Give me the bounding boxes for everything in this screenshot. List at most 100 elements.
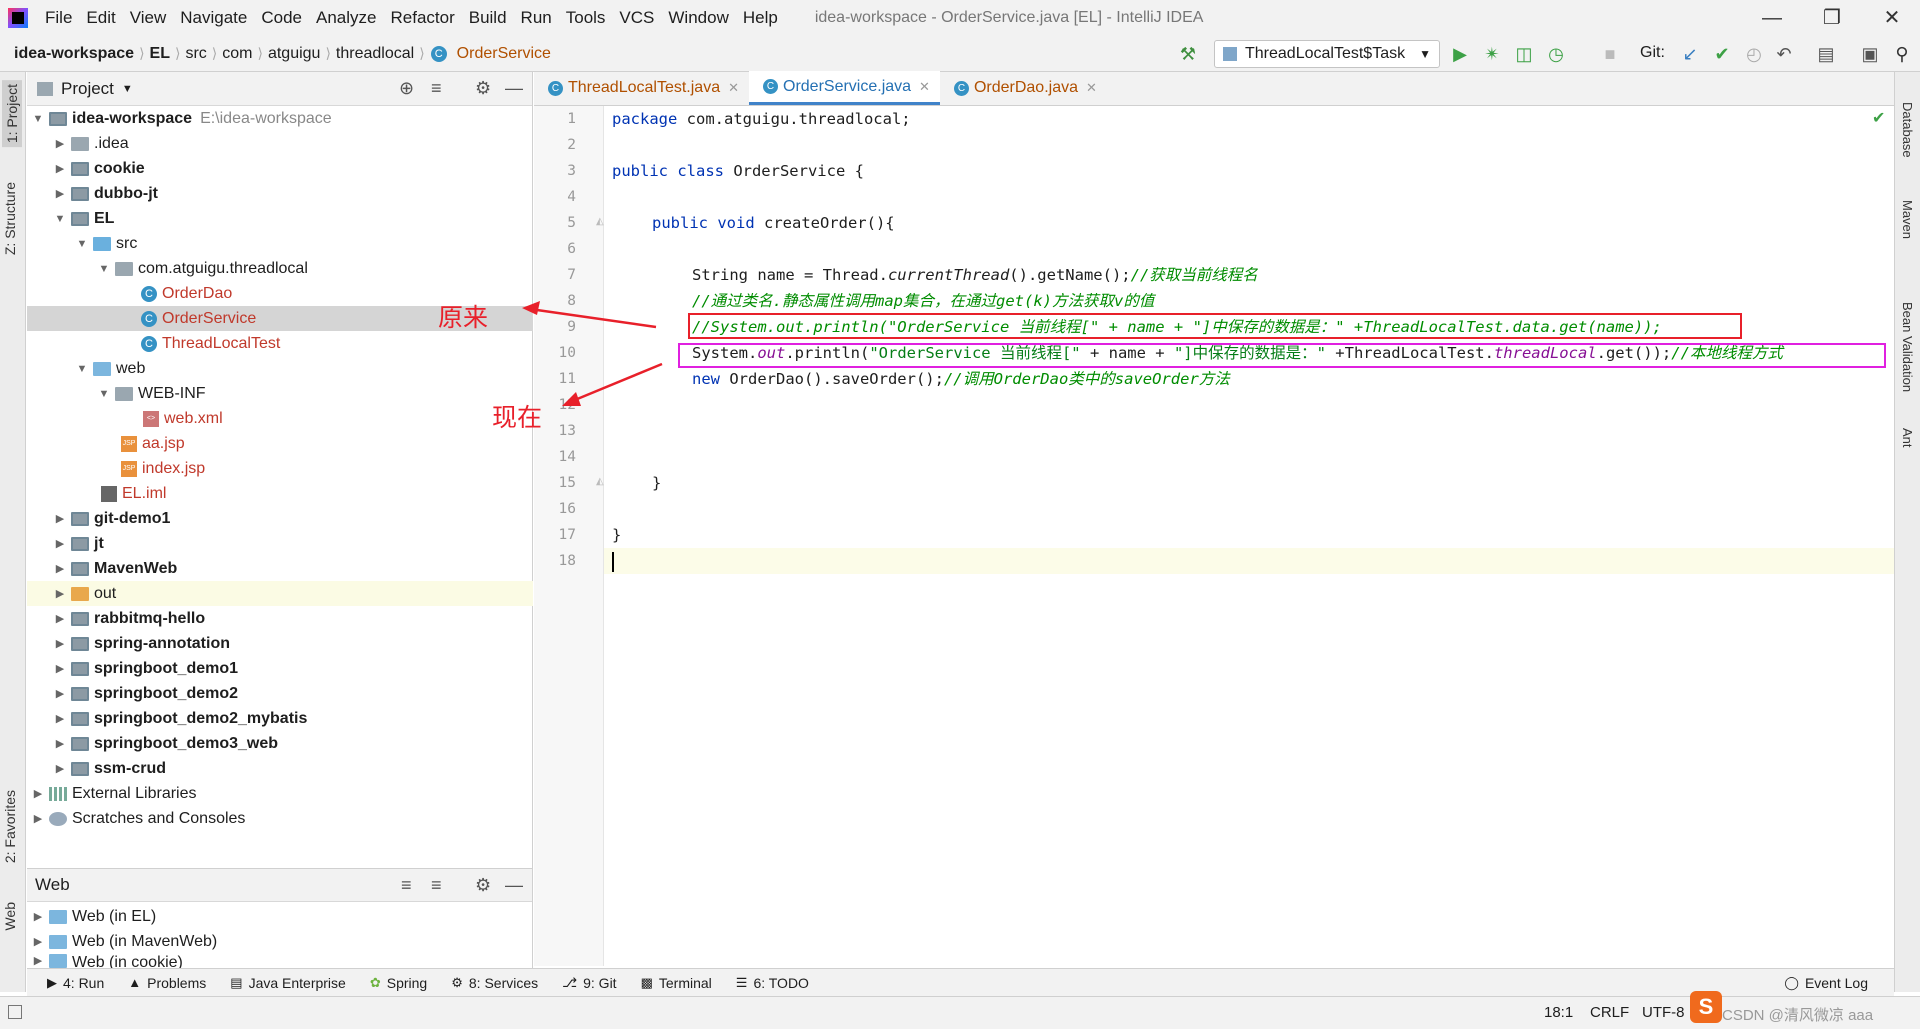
menu-run[interactable]: Run bbox=[514, 0, 559, 36]
tab-run[interactable]: ▶ 4: Run bbox=[35, 975, 116, 991]
tree-item[interactable]: ▶ out bbox=[27, 581, 533, 606]
presentation-icon[interactable]: ▣ bbox=[1858, 42, 1882, 66]
close-icon[interactable]: ✕ bbox=[1864, 0, 1920, 36]
breadcrumb-workspace[interactable]: idea-workspace bbox=[0, 45, 139, 63]
project-structure-icon[interactable]: ▤ bbox=[1814, 42, 1838, 66]
tree-item[interactable]: ▶ rabbitmq-hello bbox=[27, 606, 533, 631]
tab-services[interactable]: ⚙ 8: Services bbox=[439, 975, 550, 991]
tab-orderdao[interactable]: C OrderDao.java ✕ bbox=[940, 71, 1107, 105]
collapse-icon[interactable]: ▼ bbox=[97, 388, 111, 400]
collapse-icon[interactable]: ▼ bbox=[53, 213, 67, 225]
breadcrumb-el[interactable]: EL bbox=[145, 45, 175, 63]
web-item[interactable]: ▶ Web (in cookie) bbox=[27, 954, 533, 968]
tree-item[interactable]: C ThreadLocalTest bbox=[27, 331, 533, 356]
tab-threadlocaltest[interactable]: C ThreadLocalTest.java ✕ bbox=[534, 71, 749, 105]
collapse-icon[interactable]: ▼ bbox=[97, 263, 111, 275]
tab-project[interactable]: 1: Project bbox=[2, 80, 22, 148]
tree-item[interactable]: ▶ cookie bbox=[27, 156, 533, 181]
tree-item[interactable]: ▶ jt bbox=[27, 531, 533, 556]
build-hammer-icon[interactable]: ⚒ bbox=[1176, 42, 1200, 66]
tab-terminal[interactable]: ▩ Terminal bbox=[629, 975, 724, 991]
expand-icon[interactable]: ▶ bbox=[31, 954, 45, 967]
search-icon[interactable]: ⚲ bbox=[1890, 42, 1914, 66]
tree-item[interactable]: ▶ dubbo-jt bbox=[27, 181, 533, 206]
collapse-icon[interactable]: ▼ bbox=[75, 238, 89, 250]
menu-build[interactable]: Build bbox=[462, 0, 514, 36]
fold-icon[interactable]: ◭ bbox=[596, 476, 604, 487]
breadcrumb-threadlocal[interactable]: threadlocal bbox=[331, 45, 419, 63]
run-config-select[interactable]: ThreadLocalTest$Task ▼ bbox=[1214, 40, 1440, 68]
menu-view[interactable]: View bbox=[123, 0, 174, 36]
menu-tools[interactable]: Tools bbox=[559, 0, 613, 36]
tree-item[interactable]: ▶ springboot_demo3_web bbox=[27, 731, 533, 756]
expand-icon[interactable]: ▶ bbox=[53, 587, 67, 600]
tab-problems[interactable]: ▲ Problems bbox=[116, 975, 218, 991]
hide-icon[interactable]: — bbox=[505, 78, 523, 99]
menu-analyze[interactable]: Analyze bbox=[309, 0, 383, 36]
line-separator[interactable]: CRLF bbox=[1590, 1004, 1629, 1021]
menu-edit[interactable]: Edit bbox=[79, 0, 122, 36]
tree-item[interactable]: ▼ com.atguigu.threadlocal bbox=[27, 256, 533, 281]
breadcrumb-orderservice[interactable]: OrderService bbox=[452, 45, 556, 63]
expand-icon[interactable]: ▶ bbox=[53, 662, 67, 675]
locate-icon[interactable]: ⊕ bbox=[399, 78, 414, 99]
rollback-icon[interactable]: ↶ bbox=[1772, 42, 1796, 66]
code-editor[interactable]: package com.atguigu.threadlocal; public … bbox=[604, 106, 1894, 966]
expand-icon[interactable]: ▶ bbox=[31, 935, 45, 948]
chevron-down-icon[interactable]: ▼ bbox=[122, 83, 133, 95]
hide-icon[interactable]: — bbox=[505, 875, 523, 896]
tree-item[interactable]: EL.iml bbox=[27, 481, 533, 506]
expand-icon[interactable]: ▶ bbox=[31, 787, 45, 800]
collapse-all-icon[interactable]: ≡ bbox=[431, 78, 442, 99]
tab-spring[interactable]: ✿ Spring bbox=[358, 975, 439, 991]
expand-icon[interactable]: ▶ bbox=[31, 910, 45, 923]
close-tab-icon[interactable]: ✕ bbox=[728, 80, 739, 96]
tree-item[interactable]: ▶ spring-annotation bbox=[27, 631, 533, 656]
file-encoding[interactable]: UTF-8 bbox=[1642, 1004, 1685, 1021]
debug-icon[interactable]: ✴ bbox=[1480, 42, 1504, 66]
toggle-tool-windows-icon[interactable] bbox=[8, 1005, 22, 1019]
expand-icon[interactable]: ▶ bbox=[53, 737, 67, 750]
expand-icon[interactable]: ▶ bbox=[53, 637, 67, 650]
tab-ant[interactable]: Ant bbox=[1900, 428, 1915, 448]
git-commit-icon[interactable]: ✔ bbox=[1710, 42, 1734, 66]
breadcrumb-atguigu[interactable]: atguigu bbox=[263, 45, 326, 63]
menu-help[interactable]: Help bbox=[736, 0, 785, 36]
expand-icon[interactable]: ▶ bbox=[53, 537, 67, 550]
tree-item[interactable]: <> web.xml bbox=[27, 406, 533, 431]
fold-icon[interactable]: ◭ bbox=[596, 216, 604, 227]
tab-bean-validation[interactable]: Bean Validation bbox=[1900, 302, 1915, 392]
expand-icon[interactable]: ▶ bbox=[53, 612, 67, 625]
tab-orderservice[interactable]: C OrderService.java ✕ bbox=[749, 71, 940, 105]
tree-item[interactable]: ▶ ssm-crud bbox=[27, 756, 533, 781]
sogou-ime-icon[interactable]: S bbox=[1690, 991, 1722, 1023]
tree-item[interactable]: ▼ EL bbox=[27, 206, 533, 231]
tree-item[interactable]: ▶ External Libraries bbox=[27, 781, 533, 806]
close-tab-icon[interactable]: ✕ bbox=[1086, 80, 1097, 96]
tree-item[interactable]: ▶ .idea bbox=[27, 131, 533, 156]
tree-item[interactable]: ▼ idea-workspace E:\idea-workspace bbox=[27, 106, 533, 131]
tree-item[interactable]: JSP aa.jsp bbox=[27, 431, 533, 456]
inspection-ok-icon[interactable]: ✔ bbox=[1872, 108, 1885, 128]
tab-git[interactable]: ⎇ 9: Git bbox=[550, 975, 628, 991]
collapse-all-icon[interactable]: ≡ bbox=[431, 875, 442, 896]
tree-item[interactable]: ▶ springboot_demo2_mybatis bbox=[27, 706, 533, 731]
menu-vcs[interactable]: VCS bbox=[612, 0, 661, 36]
tab-event-log[interactable]: ◯ Event Log bbox=[1772, 975, 1880, 991]
tab-maven[interactable]: Maven bbox=[1900, 200, 1915, 239]
run-icon[interactable]: ▶ bbox=[1448, 42, 1472, 66]
coverage-icon[interactable]: ◫ bbox=[1512, 42, 1536, 66]
caret-position[interactable]: 18:1 bbox=[1544, 1004, 1573, 1021]
tree-item[interactable]: ▶ MavenWeb bbox=[27, 556, 533, 581]
web-item[interactable]: ▶ Web (in EL) bbox=[27, 904, 533, 929]
stop-icon[interactable]: ■ bbox=[1598, 42, 1622, 66]
tree-item[interactable]: JSP index.jsp bbox=[27, 456, 533, 481]
minimize-icon[interactable]: — bbox=[1744, 0, 1800, 36]
menu-file[interactable]: File bbox=[38, 0, 79, 36]
gear-icon[interactable]: ⚙ bbox=[475, 875, 491, 896]
tab-favorites[interactable]: 2: Favorites bbox=[2, 790, 18, 863]
close-tab-icon[interactable]: ✕ bbox=[919, 79, 930, 95]
tab-todo[interactable]: ☰ 6: TODO bbox=[724, 975, 821, 991]
tree-item[interactable]: ▶ git-demo1 bbox=[27, 506, 533, 531]
profile-icon[interactable]: ◷ bbox=[1544, 42, 1568, 66]
